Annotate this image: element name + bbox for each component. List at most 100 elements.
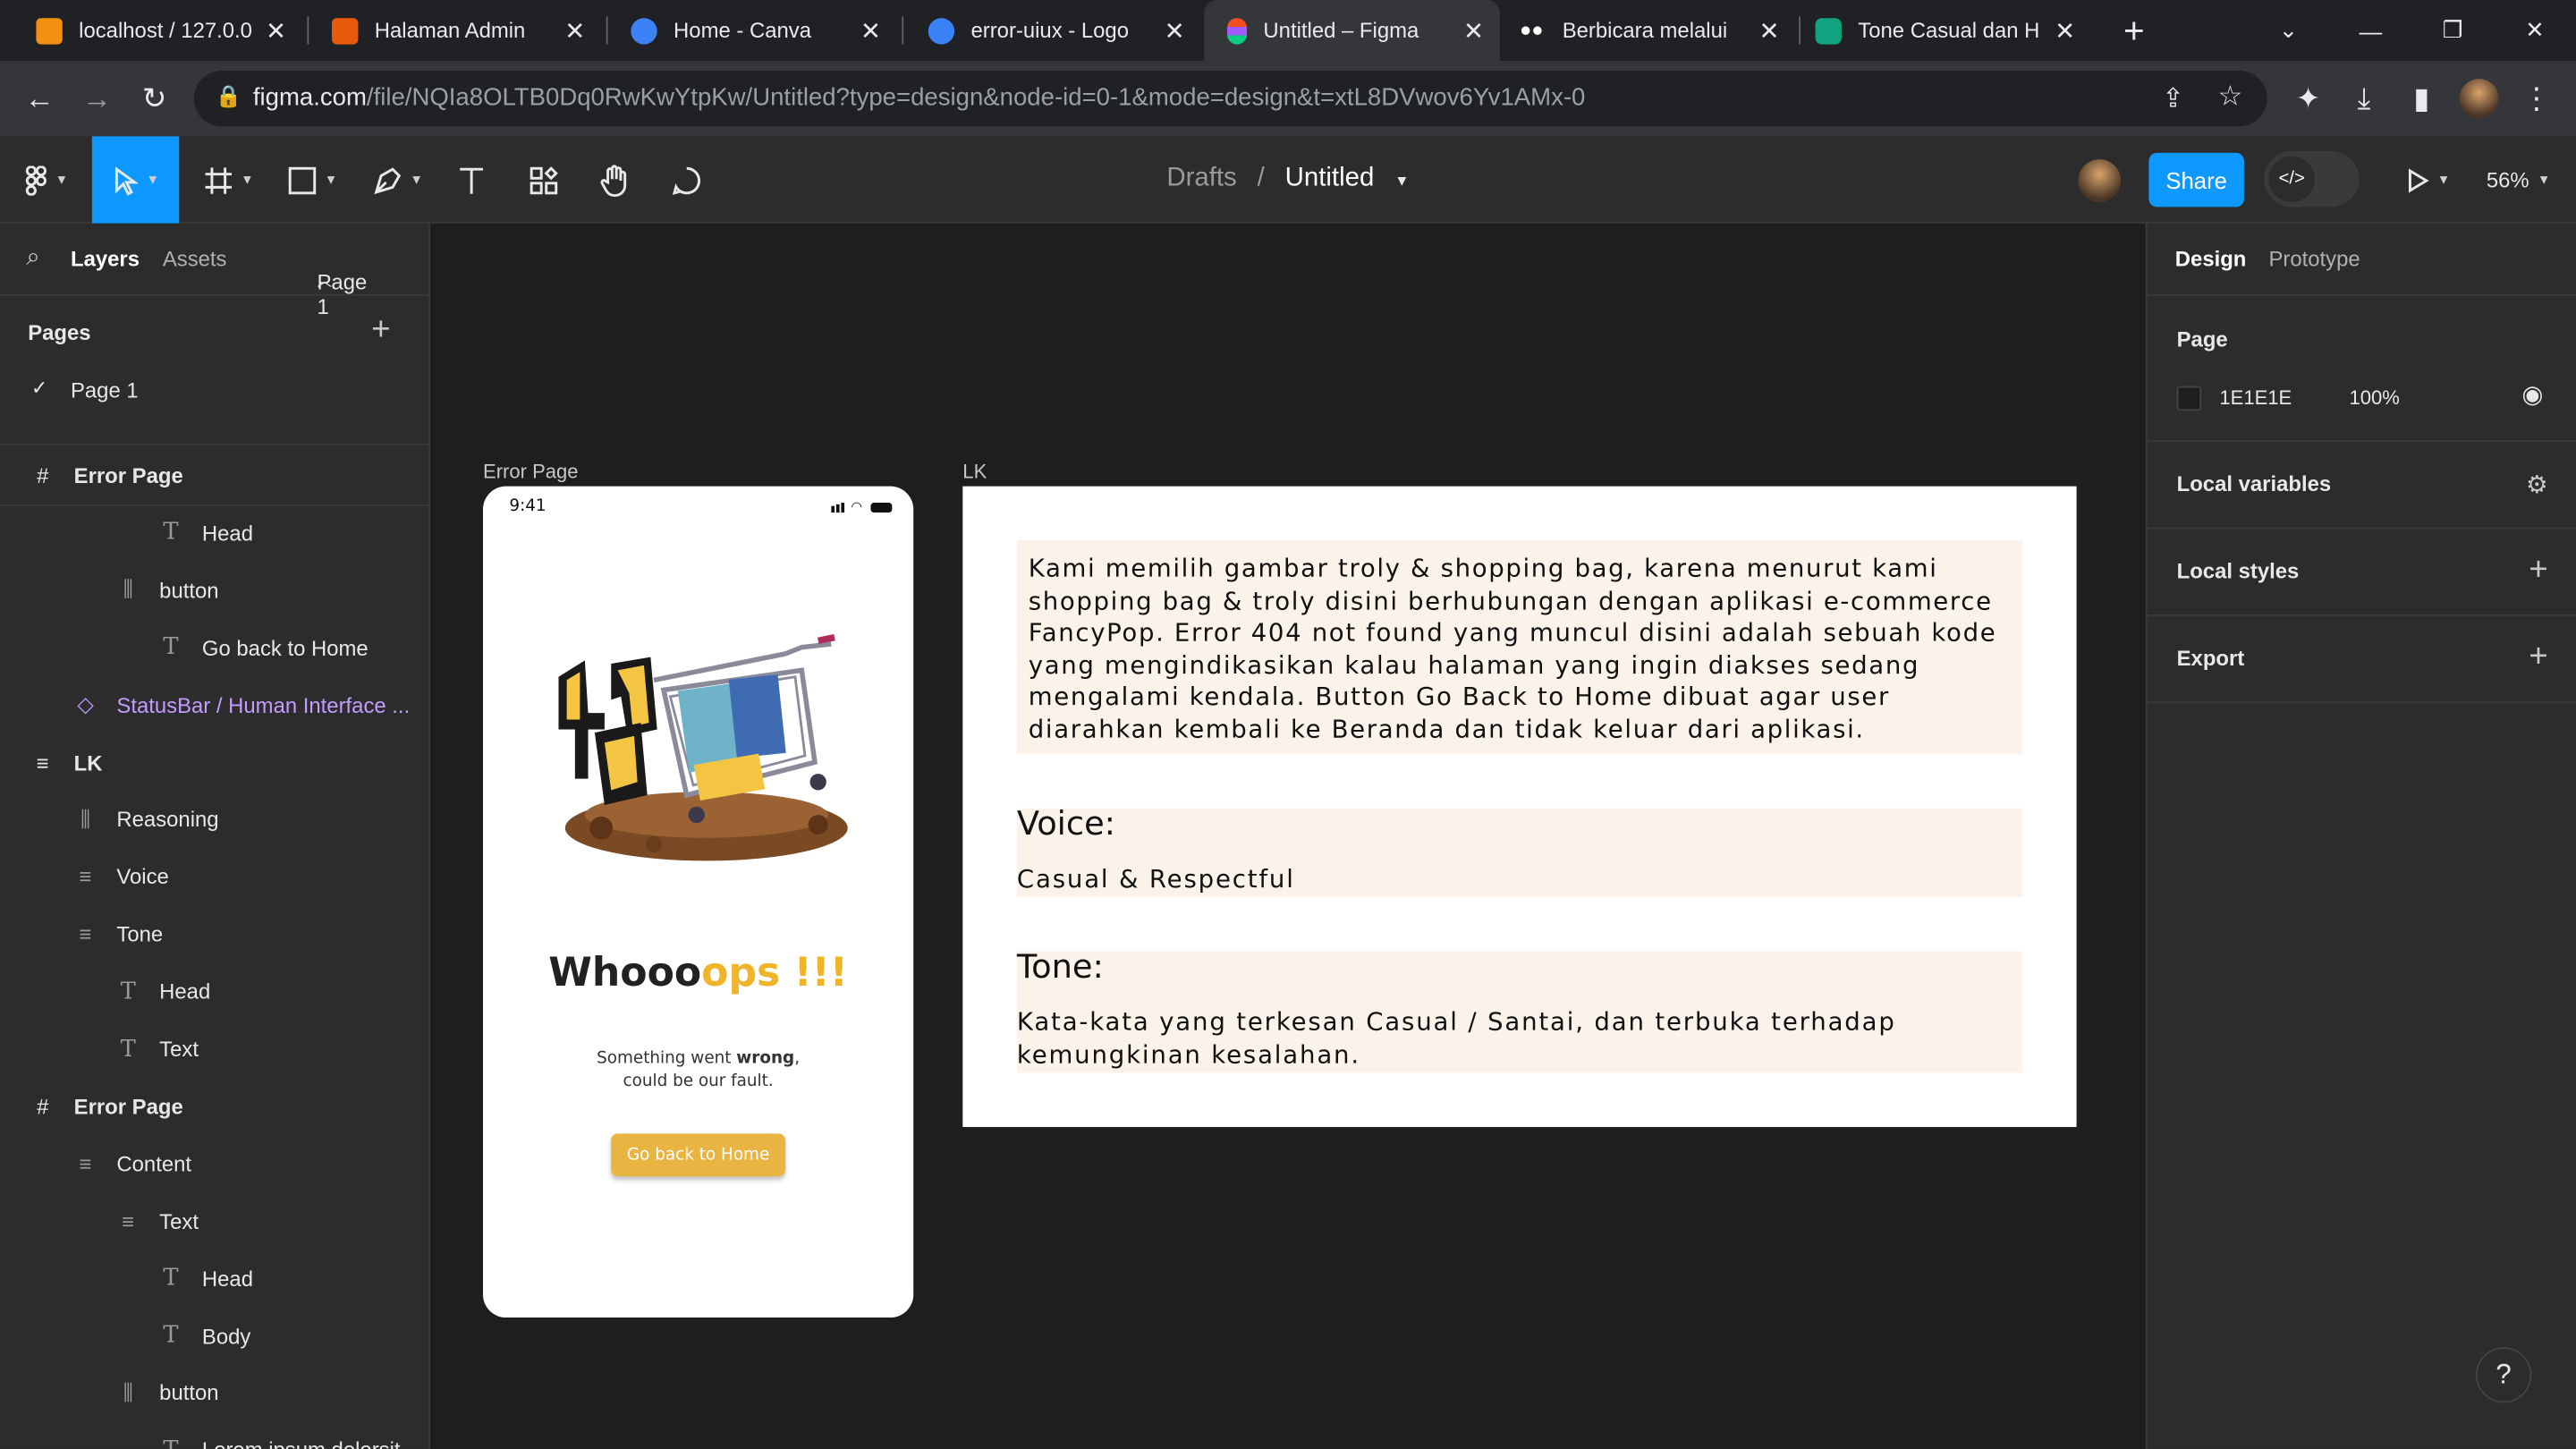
layer-row[interactable]: ≡ LK xyxy=(0,733,428,791)
auto-layout-vertical-icon: ≡ xyxy=(79,921,92,947)
local-variables-section[interactable]: Local variables ⚙ xyxy=(2147,442,2576,530)
add-export-icon[interactable]: + xyxy=(2529,639,2547,676)
search-icon[interactable]: ⌕ xyxy=(26,243,39,271)
add-style-icon[interactable]: + xyxy=(2529,552,2547,589)
frame-label-error-page[interactable]: Error Page xyxy=(483,460,579,483)
close-icon[interactable]: ✕ xyxy=(558,15,591,45)
browser-tab[interactable]: error-uiux - Logo ✕ xyxy=(892,0,1200,61)
eye-icon[interactable]: ◉ xyxy=(2521,379,2543,409)
tab-label: Untitled – Figma xyxy=(1263,18,1419,43)
url-text[interactable]: figma.com/file/NQIa8OLTB0Dq0RwKwYtpKw/Un… xyxy=(253,84,1586,112)
layer-row[interactable]: ≡ Voice xyxy=(0,848,428,905)
layer-row[interactable]: T Text xyxy=(0,1021,428,1078)
left-panel-tabs: ⌕ Layers Assets Page 1 ︿ xyxy=(0,224,429,318)
layer-row[interactable]: # Error Page xyxy=(0,447,428,504)
local-styles-section[interactable]: Local styles + xyxy=(2147,529,2576,616)
layer-row[interactable]: ≡ Tone xyxy=(0,905,428,962)
layer-label: Error Page xyxy=(73,462,183,488)
new-tab-button[interactable]: + xyxy=(2097,0,2172,61)
layer-row[interactable]: T Body xyxy=(0,1307,428,1364)
tab-prototype[interactable]: Prototype xyxy=(2268,247,2360,272)
close-window-icon[interactable]: ✕ xyxy=(2497,0,2572,61)
error-page-frame[interactable]: 9:41 ◠ Whoooops !!! Something went wrong… xyxy=(482,486,914,1318)
browser-tab[interactable]: localhost / 127.0.0 ✕ xyxy=(0,0,302,61)
layer-row[interactable]: T Lorem ipsum dolorsit... xyxy=(0,1421,428,1449)
variables-sliders-icon[interactable]: ⚙ xyxy=(2526,470,2548,499)
layer-row[interactable]: ⫼ button xyxy=(0,562,428,619)
page-list-item[interactable]: ✓ Page 1 xyxy=(0,369,428,412)
dev-mode-toggle[interactable]: </> xyxy=(2263,150,2360,208)
star-icon[interactable]: ☆ xyxy=(2218,80,2243,114)
go-back-home-button[interactable]: Go back to Home xyxy=(611,1133,785,1177)
reasoning-line: Kami memilih gambar troly & shopping bag… xyxy=(1028,553,1938,584)
menu-kebab-icon[interactable]: ⋮ xyxy=(2515,77,2558,120)
page-name: Page 1 xyxy=(70,377,139,402)
layer-row[interactable]: T Head xyxy=(0,962,428,1020)
layer-row[interactable]: # Error Page xyxy=(0,1078,428,1135)
lock-icon[interactable]: 🔒 xyxy=(216,84,242,110)
reload-icon[interactable]: ↻ xyxy=(133,77,176,120)
tab-assets[interactable]: Assets xyxy=(163,247,227,272)
close-icon[interactable]: ✕ xyxy=(2048,15,2081,45)
browser-tab[interactable]: Tone Casual dan H ✕ xyxy=(1779,0,2091,61)
export-label: Export xyxy=(2176,645,2245,671)
lk-frame[interactable]: Kami memilih gambar troly & shopping bag… xyxy=(962,486,2077,1127)
auto-layout-vertical-icon: ≡ xyxy=(79,1151,92,1176)
page-opacity-value[interactable]: 100% xyxy=(2349,386,2399,410)
layer-row[interactable]: T Head xyxy=(0,1250,428,1307)
url-path: /file/NQIa8OLTB0Dq0RwKwYtpKw/Untitled?ty… xyxy=(366,83,1586,112)
share-page-icon[interactable]: ⇪ xyxy=(2162,82,2184,115)
reasoning-line: diarahkan kembali ke Beranda dan tidak k… xyxy=(1028,714,1865,744)
status-time: 9:41 xyxy=(509,497,547,516)
layer-row[interactable]: ⫼ Reasoning xyxy=(0,791,428,848)
add-page-icon[interactable]: + xyxy=(371,312,390,350)
back-icon[interactable]: ← xyxy=(18,77,61,120)
tab-layers[interactable]: Layers xyxy=(71,247,140,272)
frame-label-lk[interactable]: LK xyxy=(962,460,987,483)
text-layer-icon: T xyxy=(159,1437,182,1449)
extensions-icon[interactable]: ✦ xyxy=(2287,77,2330,120)
layer-label: button xyxy=(159,1380,219,1406)
tone-line: Kata-kata yang terkesan Casual / Santai,… xyxy=(1016,1006,1896,1037)
layer-label: Content xyxy=(116,1151,192,1176)
tab-design[interactable]: Design xyxy=(2175,247,2247,272)
browser-tab[interactable]: Halaman Admin ✕ xyxy=(296,0,602,61)
headline-dark: Whooo xyxy=(548,949,702,996)
layer-row[interactable]: T Head xyxy=(0,504,428,562)
design-canvas[interactable]: Error Page LK 9:41 ◠ Whoooops !!! Someth… xyxy=(430,223,2146,1449)
help-button[interactable]: ? xyxy=(2475,1347,2532,1403)
text-layer-icon: T xyxy=(163,1265,179,1292)
browser-tab[interactable]: ●● Berbicara melalui ✕ xyxy=(1504,0,1796,61)
canva-favicon xyxy=(928,17,955,44)
profile-avatar[interactable] xyxy=(2458,77,2501,120)
export-section[interactable]: Export + xyxy=(2147,616,2576,704)
user-avatar[interactable] xyxy=(2077,136,2123,223)
close-icon[interactable]: ✕ xyxy=(1158,15,1191,45)
breadcrumb-drafts[interactable]: Drafts xyxy=(1166,165,1236,192)
chevron-down-icon[interactable]: ▼ xyxy=(1394,173,1409,189)
share-button[interactable]: Share xyxy=(2148,152,2244,208)
layer-row[interactable]: ◇ StatusBar / Human Interface ... xyxy=(0,676,428,733)
minimize-icon[interactable]: — xyxy=(2333,0,2408,61)
url-bar[interactable]: 🔒 figma.com/file/NQIa8OLTB0Dq0RwKwYtpKw/… xyxy=(193,70,2267,127)
present-button[interactable]: ▼ xyxy=(2395,136,2461,223)
page-color-value[interactable]: 1E1E1E xyxy=(2219,386,2292,410)
file-name[interactable]: Untitled xyxy=(1285,165,1375,192)
side-panel-icon[interactable]: ▮ xyxy=(2400,77,2443,120)
close-icon[interactable]: ✕ xyxy=(259,15,292,45)
tone-text: Kata-kata yang terkesan Casual / Santai,… xyxy=(1017,1007,1896,1072)
close-icon[interactable]: ✕ xyxy=(1457,15,1490,45)
browser-tab-active[interactable]: Untitled – Figma ✕ xyxy=(1204,0,1500,61)
browser-tab[interactable]: Home - Canva ✕ xyxy=(595,0,897,61)
download-icon[interactable]: ⤓ xyxy=(2343,77,2385,120)
layer-row[interactable]: ≡ Text xyxy=(0,1192,428,1250)
zoom-menu[interactable]: 56% ▼ xyxy=(2478,136,2560,223)
layer-row[interactable]: ⫼ button xyxy=(0,1364,428,1421)
tab-search-chevron-icon[interactable]: ⌄ xyxy=(2250,0,2326,61)
forward-icon[interactable]: → xyxy=(75,77,118,120)
close-icon[interactable]: ✕ xyxy=(854,15,887,45)
color-swatch[interactable] xyxy=(2176,386,2202,411)
restore-icon[interactable]: ❐ xyxy=(2415,0,2490,61)
layer-row[interactable]: T Go back to Home xyxy=(0,619,428,676)
layer-row[interactable]: ≡ Content xyxy=(0,1135,428,1192)
